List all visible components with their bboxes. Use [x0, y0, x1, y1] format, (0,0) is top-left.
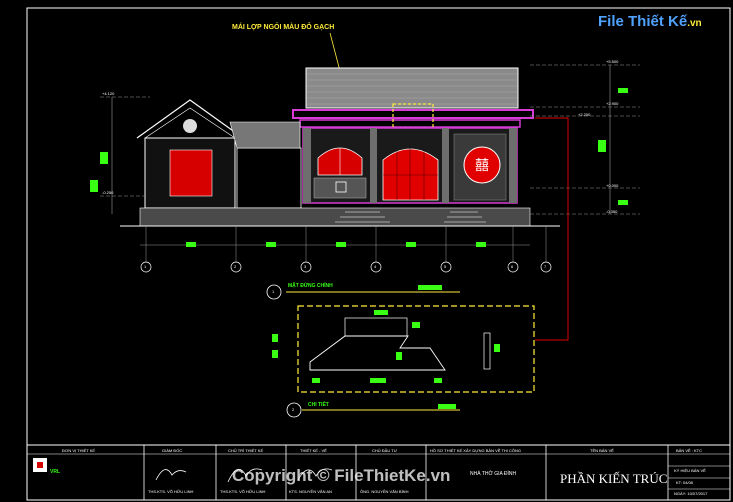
- tb-col6-header: HỒ SƠ THIẾT KẾ XÂY DỰNG BẢN VẼ THI CÔNG: [430, 448, 522, 453]
- section-title: CHI TIẾT: [308, 402, 329, 408]
- roof-beam-lower: [299, 119, 521, 128]
- grid-label-5: 5: [444, 264, 447, 269]
- detail-tags: [272, 310, 500, 383]
- detail-post: [483, 332, 491, 370]
- grid-label-4: 4: [374, 264, 377, 269]
- grid-bubbles: [140, 261, 552, 273]
- round-window-glyph: 囍: [475, 158, 489, 174]
- copyright-watermark: Copyright © FileThietKe.vn: [232, 466, 451, 485]
- central-red-door: [382, 148, 439, 201]
- grid-label-7: 7: [544, 264, 547, 269]
- tb-col8-header: BẢN VẼ : KTC: [676, 448, 703, 453]
- detail-upper-block: [344, 317, 408, 337]
- elevation-title: MẶT ĐỨNG CHÍNH: [288, 283, 333, 289]
- tb-signer-lead: THS.KTS. VÕ HỮU LINH: [220, 489, 266, 494]
- grid-label-3: 3: [304, 264, 307, 269]
- detail-profile: [309, 335, 446, 371]
- level-label-2: +4.120: [102, 91, 115, 96]
- roof-beam: [292, 109, 534, 119]
- column-2: [370, 128, 377, 203]
- tb-date: NGÀY: 10/07/2017: [674, 491, 708, 496]
- level-label-6: -0.250: [102, 190, 114, 195]
- logo-main: File: [598, 13, 624, 30]
- tb-col3-header: CHỦ TRÌ THIẾT KẾ: [228, 448, 264, 453]
- logo-second: Thiết Kế: [628, 13, 688, 30]
- column-4: [509, 128, 517, 203]
- column-3: [442, 128, 449, 203]
- tb-col2-header: GIÁM ĐỐC: [162, 448, 183, 453]
- level-label-5: +0.000: [606, 183, 619, 188]
- tb-col4-header: THIẾT KẾ - VẼ: [300, 448, 327, 453]
- level-label-4: +2.200: [578, 112, 591, 117]
- grid-label-1: 1: [144, 264, 147, 269]
- filethietke-logo: File Thiết Kế.vn: [598, 14, 702, 29]
- side-gate-red-panel: [169, 149, 213, 197]
- level-label-3: +2.900: [606, 101, 619, 106]
- detail-leader: [535, 117, 569, 341]
- grid-label-2: 2: [234, 264, 237, 269]
- left-lower-panel: [313, 177, 367, 199]
- tb-signer-director: THS.KTS. VÕ HỮU LINH: [148, 489, 194, 494]
- tb-col5-header: CHỦ ĐẦU TƯ: [372, 448, 398, 453]
- tb-sheet-label: KÝ HIỆU BẢN VẼ: [674, 468, 706, 473]
- cad-drawing-canvas: 囍: [26, 7, 731, 501]
- tb-col7-header: TÊN BẢN VẼ: [590, 448, 614, 453]
- link-wall: [236, 147, 302, 209]
- tb-owner: ÔNG. NGUYỄN VĂN BÌNH: [360, 489, 409, 494]
- grid-label-6: 6: [511, 264, 514, 269]
- tb-drawing-name: PHẦN KIẾN TRÚC: [560, 471, 668, 486]
- logo-suffix: .vn: [687, 18, 702, 29]
- column-1: [303, 128, 311, 203]
- section-bubble-number: 2: [292, 407, 295, 412]
- tb-company: VRL: [50, 469, 60, 475]
- tb-project: NHÀ THỜ GIA ĐÌNH: [470, 471, 517, 477]
- level-label-1: +5.500: [606, 59, 619, 64]
- tb-col1-header: ĐƠN VỊ THIẾT KẾ: [62, 448, 96, 453]
- level-label-7: -0.350: [606, 209, 618, 214]
- elevation-bubble-number: 1: [272, 289, 275, 294]
- tb-signer-drafter: KTS. NGUYỄN VĂN AN: [289, 489, 332, 494]
- link-roof: [229, 121, 301, 149]
- roof-note: MÁI LỢP NGÓI MÀU ĐỎ GẠCH: [232, 24, 335, 31]
- side-gate-bell: [183, 119, 197, 133]
- tb-sheet-no: KT: 04/08: [676, 480, 693, 485]
